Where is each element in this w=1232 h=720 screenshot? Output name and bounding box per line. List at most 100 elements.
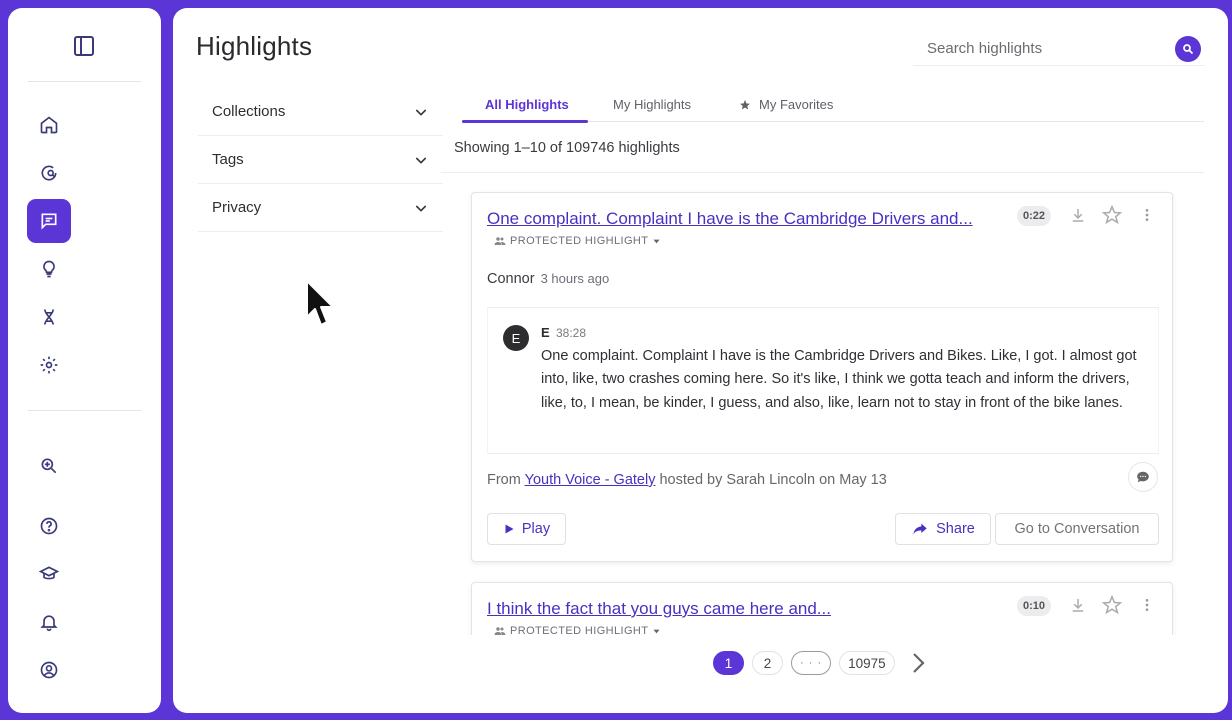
nav-learn[interactable] [27,552,71,596]
speaker-name: E [541,325,550,340]
quote-text: One complaint. Complaint I have is the C… [541,348,1137,411]
dna-icon [44,309,54,325]
divider [441,172,1204,173]
star-icon [740,99,750,109]
play-button[interactable]: Play [487,513,566,545]
comment-icon [1137,471,1149,483]
highlight-card: I think the fact that you guys came here… [471,582,1173,635]
chevron-down-icon [415,156,427,164]
nav-help[interactable] [27,504,71,548]
sidebar-divider [28,81,141,82]
sidebar-divider [28,410,141,411]
privacy-dropdown[interactable]: PROTECTED HIGHLIGHT [494,235,661,247]
filter-privacy[interactable]: Privacy [198,184,443,232]
home-icon [40,116,58,134]
chevron-down-icon [415,204,427,212]
gear-icon [40,356,58,374]
graduation-cap-icon [39,566,59,580]
lightbulb-icon [43,260,55,278]
search-input[interactable] [913,40,1153,57]
help-circle-icon [40,517,58,535]
more-vertical-icon [1145,209,1149,221]
author-name: Connor [487,271,535,287]
chevron-down-icon [415,108,427,116]
results-count: Showing 1–10 of 109746 highlights [454,140,680,156]
nav-search-conversations[interactable] [27,151,71,195]
more-vertical-icon [1145,599,1149,611]
tab-my-highlights[interactable]: My Highlights [613,97,691,112]
tab-label: My Favorites [759,97,834,112]
share-button[interactable]: Share [895,513,991,545]
tab-all-highlights[interactable]: All Highlights [485,97,569,112]
highlight-tabs: All Highlights My Highlights My Favorite… [462,93,1204,123]
play-label: Play [521,521,551,537]
speaker-avatar: E [503,325,529,351]
active-tab-indicator [462,120,588,123]
search-icon [1183,44,1194,55]
author-time: 3 hours ago [540,271,610,286]
source-line: From Youth Voice - Gately hosted by Sara… [487,472,887,488]
main-panel: Highlights Collections Tags Privacy All … [173,8,1228,713]
download-button[interactable] [1068,205,1088,225]
caret-down-icon [653,239,660,243]
nav-insights[interactable] [27,247,71,291]
mouse-cursor-icon [306,280,334,326]
favorite-button[interactable] [1102,205,1122,225]
nav-explore[interactable] [27,444,71,488]
source-suffix: hosted by Sarah Lincoln on May 13 [655,472,887,488]
search-bar [913,32,1205,66]
tab-my-favorites[interactable]: My Favorites [739,97,833,112]
highlight-title-link[interactable]: One complaint. Complaint I have is the C… [487,209,973,229]
privacy-label: PROTECTED HIGHLIGHT [510,235,649,247]
download-button[interactable] [1068,595,1088,615]
nav-highlights[interactable] [27,199,71,243]
go-to-conversation-button[interactable]: Go to Conversation [995,513,1159,545]
nav-account[interactable] [27,648,71,692]
nav-notifications[interactable] [27,600,71,644]
nav-home[interactable] [27,103,71,147]
filter-label: Collections [212,103,286,120]
transcript-quote: E E 38:28 One complaint. Complaint I hav… [487,307,1159,454]
filter-panel: Collections Tags Privacy [198,88,443,232]
caret-down-icon [653,629,660,633]
source-prefix: From [487,472,525,488]
page-2-button[interactable]: 2 [752,651,783,675]
chevron-right-icon [912,653,925,673]
comment-button[interactable] [1128,462,1158,492]
download-icon [1072,209,1084,222]
duration-badge: 0:10 [1017,596,1052,616]
filter-collections[interactable]: Collections [198,88,443,136]
download-icon [1072,599,1084,612]
share-arrow-icon [913,523,927,535]
filter-label: Privacy [212,199,262,216]
group-icon [494,627,506,635]
search-button[interactable] [1175,36,1201,62]
filter-label: Tags [212,151,244,168]
sidebar-toggle-icon[interactable] [72,34,96,58]
next-page-button[interactable] [911,652,925,674]
star-outline-icon [1102,595,1122,615]
chat-search-icon [41,165,57,181]
favorite-button[interactable] [1102,595,1122,615]
last-page-button[interactable]: 10975 [839,651,895,675]
user-circle-icon [40,661,58,679]
group-icon [494,237,506,245]
nav-settings[interactable] [27,343,71,387]
nav-dna[interactable] [27,295,71,339]
page-ellipsis-button[interactable]: · · · [791,651,832,675]
highlight-title-link[interactable]: I think the fact that you guys came here… [487,599,831,619]
privacy-dropdown[interactable]: PROTECTED HIGHLIGHT [494,625,661,635]
source-conversation-link[interactable]: Youth Voice - Gately [525,472,656,488]
filter-tags[interactable]: Tags [198,136,443,184]
share-label: Share [936,521,975,537]
speaker-timestamp[interactable]: 38:28 [556,326,586,340]
more-options-button[interactable] [1137,205,1157,225]
play-icon [505,524,514,534]
zoom-in-icon [41,458,57,474]
page-title: Highlights [196,31,313,61]
more-options-button[interactable] [1137,595,1157,615]
highlights-list: One complaint. Complaint I have is the C… [441,180,1204,635]
highlight-card: One complaint. Complaint I have is the C… [471,192,1173,562]
page-1-button[interactable]: 1 [713,651,744,675]
star-outline-icon [1102,205,1122,225]
